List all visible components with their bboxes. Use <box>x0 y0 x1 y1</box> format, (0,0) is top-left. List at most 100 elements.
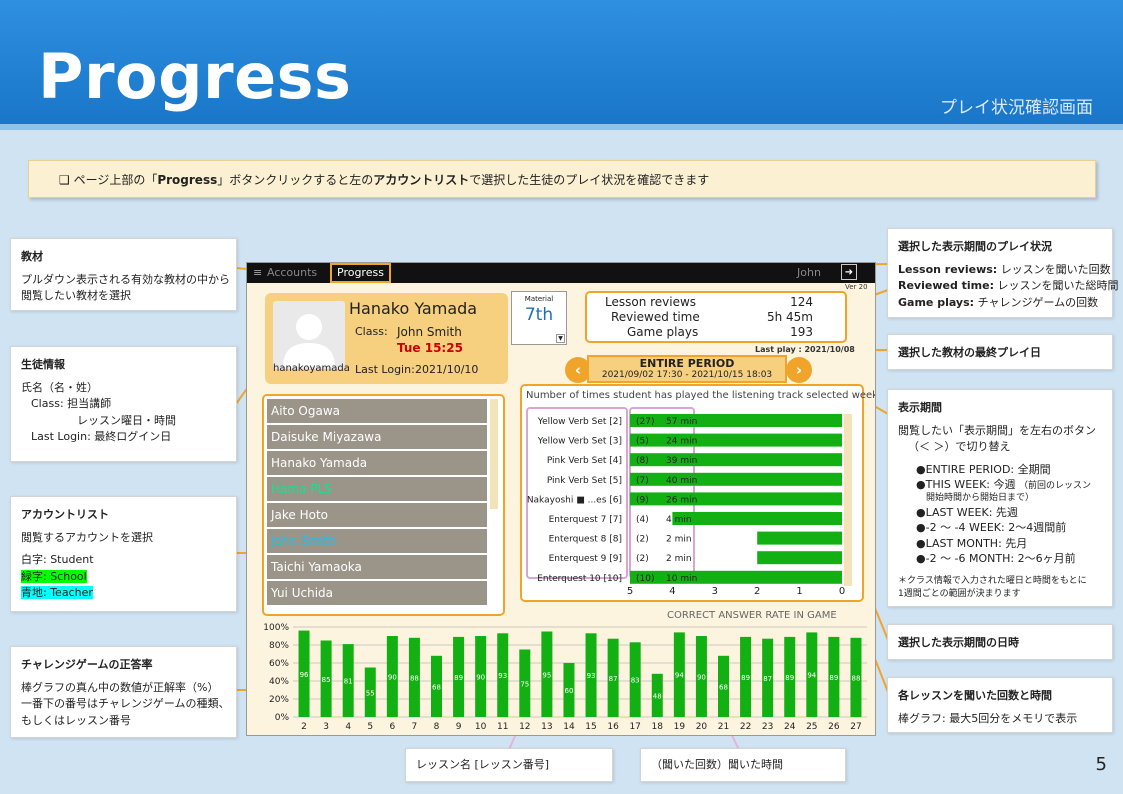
callout-student-line: 氏名（名・姓） <box>21 380 98 394</box>
menu-icon[interactable]: ≡ <box>253 266 262 279</box>
account-item[interactable]: Hanako Yamada <box>267 451 487 475</box>
lesson-schedule: Tue 15:25 <box>397 341 463 355</box>
account-item[interactable]: Jake Hoto <box>267 503 487 527</box>
x-tick-label: 0 <box>839 586 845 597</box>
game-category-label: 15 <box>585 722 596 732</box>
legend-school: 緑字: School <box>21 569 87 583</box>
game-bar-value: 83 <box>631 677 640 685</box>
lesson-label: Enterquest 10 [10] <box>537 574 622 584</box>
period-item: ●THIS WEEK: 今週 <box>916 477 1016 491</box>
callout-play-status: 選択した表示期間のプレイ状況 Lesson reviews: レッスンを聞いた回… <box>887 228 1119 318</box>
play-status-value: レッスンを聞いた回数 <box>1000 262 1111 276</box>
callout-count-time-text: （聞いた回数）聞いた時間 <box>651 758 783 771</box>
period-item-note: 開始時間から開始日まで） <box>926 493 1035 504</box>
lesson-label: Pink Verb Set [4] <box>547 456 622 466</box>
x-tick-label: 4 <box>669 586 675 597</box>
game-bar-value: 96 <box>300 671 309 679</box>
game-category-label: 21 <box>718 722 729 732</box>
stat-label-reviews: Lesson reviews <box>605 295 697 309</box>
lesson-label: Pink Verb Set [5] <box>547 476 622 486</box>
game-bar-value: 68 <box>719 683 728 691</box>
x-tick-label: 3 <box>712 586 718 597</box>
period-label: ENTIRE PERIOD <box>639 357 735 370</box>
account-item[interactable]: Yui Uchida <box>267 581 487 605</box>
play-count-label: (8) <box>636 456 649 466</box>
callout-lesson-bars-desc: 棒グラフ: 最大5回分をメモリで表示 <box>898 711 1078 725</box>
callout-student-title: 生徒情報 <box>21 358 65 371</box>
callout-period-desc: 閲覧したい「表示期間」を左右のボタン <box>898 423 1096 437</box>
stat-label-games: Game plays <box>627 325 699 339</box>
play-count-label: (10) <box>636 574 654 584</box>
class-value: John Smith <box>397 325 462 339</box>
play-status-key: Reviewed time: <box>898 279 995 292</box>
listen-bar <box>672 512 842 525</box>
y-tick-label: 40% <box>269 677 289 687</box>
account-list: Aito Ogawa Daisuke Miyazawa Hanako Yamad… <box>262 394 505 616</box>
callout-material-line: 閲覧したい教材を選択 <box>21 289 131 302</box>
play-time-label: 24 min <box>666 437 697 447</box>
game-category-label: 16 <box>607 722 619 732</box>
account-item[interactable]: Daisuke Miyazawa <box>267 425 487 449</box>
play-time-label: 39 min <box>666 456 697 466</box>
app-screenshot: ≡ Accounts Progress John ➜ Ver 20 Hanako… <box>246 262 876 736</box>
period-item-note: （前回のレッスン <box>1019 480 1092 491</box>
game-category-label: 10 <box>475 722 487 732</box>
callout-student-line: Class: 担当講師 <box>31 397 112 410</box>
period-note: 1週間ごとの範囲が決まります <box>898 589 1021 600</box>
callout-lesson-name: レッスン名 [レッスン番号] <box>405 748 613 782</box>
game-bar-value: 93 <box>587 672 596 680</box>
game-category-label: 19 <box>674 722 686 732</box>
material-dropdown[interactable]: Material 7th ▼ <box>511 291 567 345</box>
period-item: ●-2 ～ -4 WEEK: 2～4週間前 <box>916 521 1067 535</box>
callout-game-title: チャレンジゲームの正答率 <box>21 658 153 671</box>
game-category-label: 17 <box>629 722 640 732</box>
app-topbar: ≡ Accounts Progress John ➜ <box>247 263 875 283</box>
game-category-label: 7 <box>412 722 418 732</box>
play-time-label: 40 min <box>666 476 697 486</box>
game-category-label: 6 <box>389 722 395 732</box>
game-category-label: 20 <box>696 722 708 732</box>
account-item[interactable]: Hama PLS <box>267 477 487 501</box>
legend-teacher: 青地: Teacher <box>21 586 93 599</box>
chevron-down-icon[interactable]: ▼ <box>556 334 565 343</box>
game-bar-value: 93 <box>498 672 507 680</box>
account-item[interactable]: John Smith <box>267 529 487 553</box>
x-tick-label: 5 <box>627 586 633 597</box>
callout-material: 教材 プルダウン表示される有効な教材の中から 閲覧したい教材を選択 <box>10 238 237 311</box>
lesson-label: Yellow Verb Set [3] <box>537 437 622 447</box>
material-label: Material <box>524 295 554 303</box>
scrollbar[interactable] <box>490 399 498 509</box>
account-item[interactable]: Taichi Yamaoka <box>267 555 487 579</box>
callout-game-rate: チャレンジゲームの正答率 棒グラフの真ん中の数値が正解率（%） 一番下の番号はチ… <box>10 646 237 738</box>
game-bar-value: 90 <box>476 674 485 682</box>
account-item[interactable]: Aito Ogawa <box>267 399 487 423</box>
lesson-label: Enterquest 9 [9] <box>549 554 622 564</box>
listen-bar <box>630 433 842 447</box>
callout-period: 表示期間 閲覧したい「表示期間」を左右のボタン （＜ ＞）で切り替え ●ENTI… <box>887 389 1113 607</box>
game-category-label: 9 <box>456 722 462 732</box>
game-category-label: 11 <box>497 722 508 732</box>
avatar-person-icon <box>283 314 335 367</box>
next-period-button[interactable]: › <box>786 357 812 383</box>
game-bar-value: 87 <box>763 675 772 683</box>
callout-student-line: Last Login: 最終ログイン日 <box>31 430 172 443</box>
page-number: 5 <box>1095 754 1107 775</box>
game-bar-value: 95 <box>542 671 551 679</box>
play-count-label: (5) <box>636 437 649 447</box>
logout-icon[interactable]: ➜ <box>841 264 857 280</box>
lesson-name-highlight <box>526 407 628 579</box>
callout-last-play-title: 選択した教材の最終プレイ日 <box>898 346 1041 359</box>
accounts-tab[interactable]: Accounts <box>267 266 317 279</box>
callout-last-play: 選択した教材の最終プレイ日 <box>887 334 1113 370</box>
game-bar-value: 89 <box>785 674 794 682</box>
progress-tab[interactable]: Progress <box>330 263 391 283</box>
callout-game-line: 一番下の番号はチャレンジゲームの種類、 <box>21 697 230 710</box>
game-category-label: 22 <box>740 722 751 732</box>
callout-accounts-line: 閲覧するアカウントを選択 <box>21 530 153 544</box>
listen-bar <box>757 551 842 565</box>
stat-value-time: 5h 45m <box>766 310 813 324</box>
game-bar-value: 88 <box>410 674 419 682</box>
legend-student: 白字: Student <box>21 553 94 566</box>
period-note: ＊クラス情報で入力された曜日と時間をもとに <box>898 575 1087 586</box>
period-item: ●-2 ～ -6 MONTH: 2～6ヶ月前 <box>916 552 1076 566</box>
